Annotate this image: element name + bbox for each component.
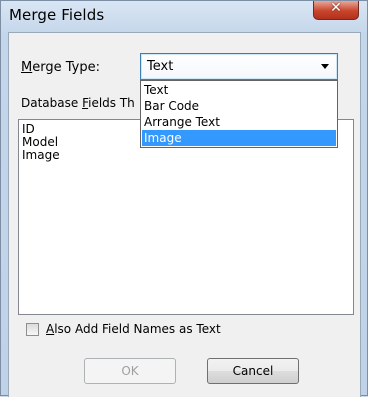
database-fields-label: Database Fields Th (21, 96, 135, 110)
add-field-names-label[interactable]: Also Add Field Names as Text (46, 322, 221, 336)
merge-type-option-image[interactable]: Image (142, 130, 336, 146)
merge-type-selected-value: Text (147, 59, 174, 74)
merge-type-option-text[interactable]: Text (142, 82, 336, 98)
merge-type-select[interactable]: Text (140, 53, 338, 80)
close-icon: ✕ (330, 0, 342, 16)
chevron-down-icon[interactable] (321, 64, 329, 69)
merge-fields-dialog: Merge Fields ✕ Merge Type: Text Database… (0, 0, 368, 397)
ok-button[interactable]: OK (84, 358, 176, 384)
merge-type-label: Merge Type: (21, 60, 100, 75)
close-button[interactable]: ✕ (313, 0, 359, 20)
merge-type-dropdown-list[interactable]: Text Bar Code Arrange Text Image (140, 80, 338, 148)
database-fields-list[interactable]: ID Model Image (18, 119, 354, 315)
dialog-body: Merge Type: Text Database Fields Th ID M… (8, 32, 361, 397)
window-title: Merge Fields (9, 6, 105, 24)
merge-type-option-arrange-text[interactable]: Arrange Text (142, 114, 336, 130)
list-item[interactable]: Image (22, 149, 60, 162)
add-field-names-checkbox[interactable] (26, 323, 39, 336)
cancel-button[interactable]: Cancel (207, 358, 299, 384)
title-bar[interactable]: Merge Fields ✕ (1, 0, 367, 33)
merge-type-option-bar-code[interactable]: Bar Code (142, 98, 336, 114)
